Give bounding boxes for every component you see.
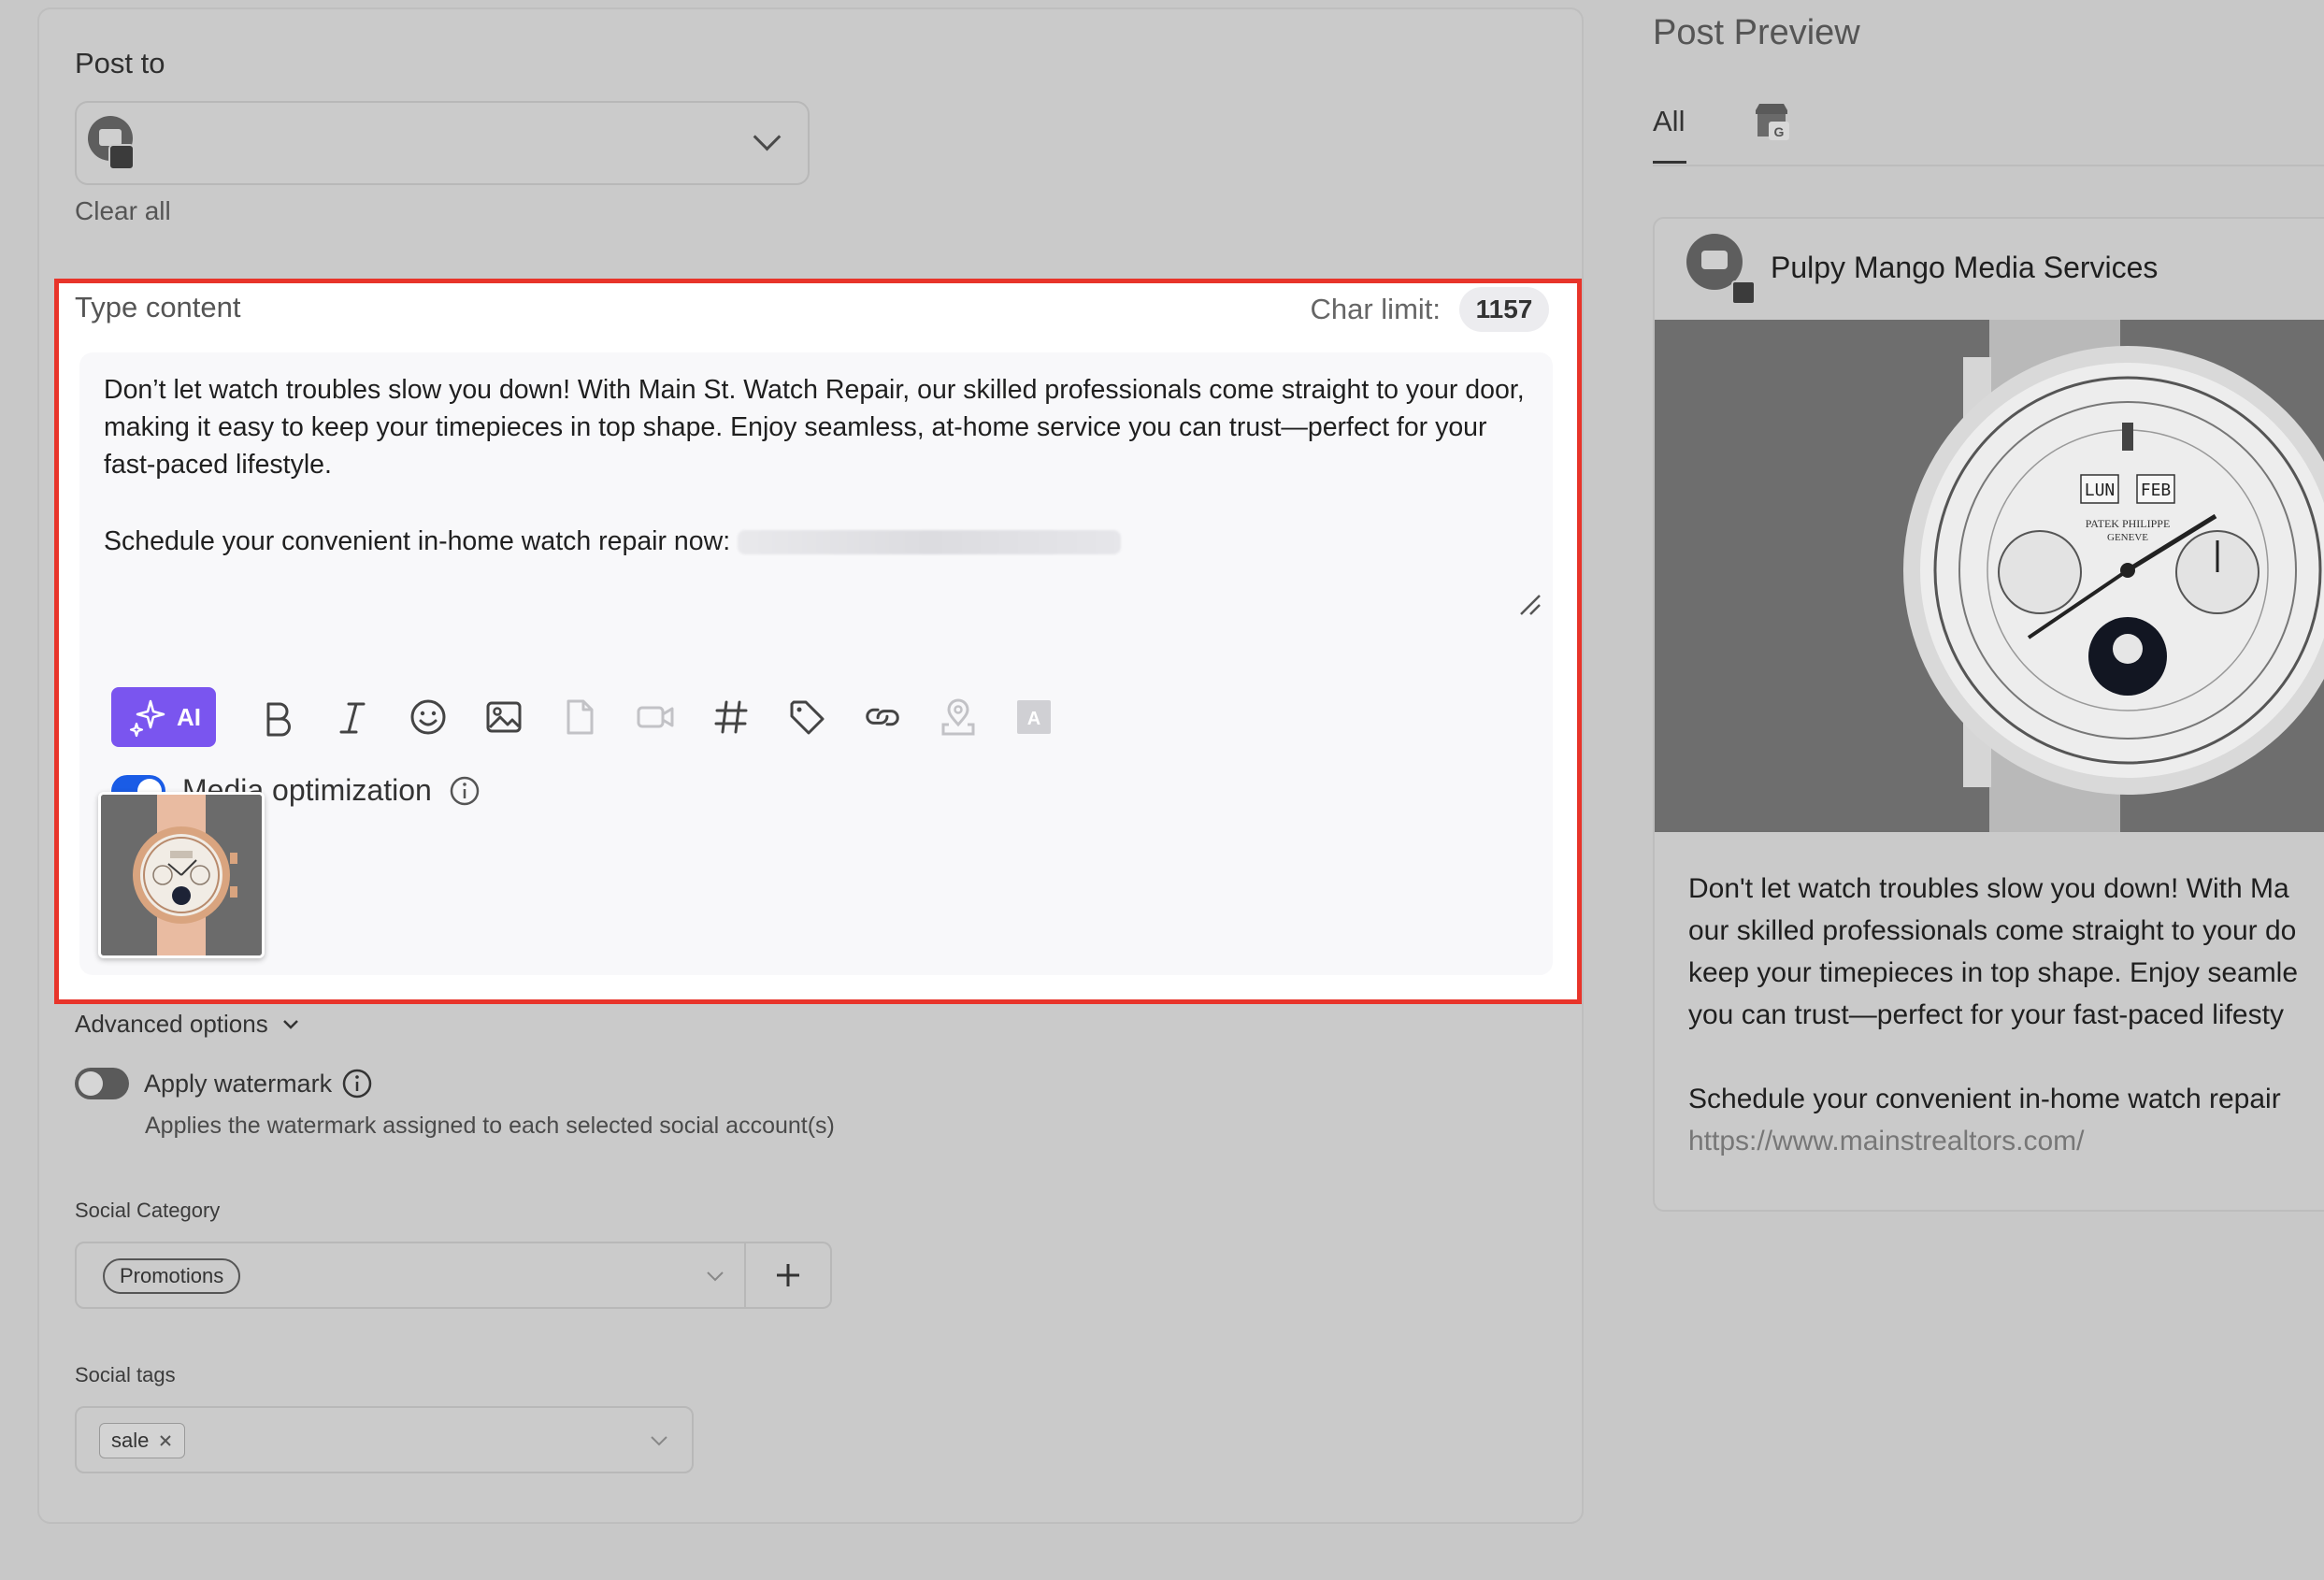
info-icon[interactable] — [449, 775, 481, 807]
link-icon[interactable] — [859, 694, 906, 740]
svg-text:LUN: LUN — [2085, 481, 2116, 500]
chevron-down-icon[interactable] — [753, 122, 782, 151]
content-cta: Schedule your convenient in-home watch r… — [104, 523, 1525, 560]
watch-preview-image: LUN FEB PATEK PHILIPPE GENEVE — [1655, 320, 2324, 832]
tag-icon[interactable] — [783, 694, 830, 740]
hashtag-icon[interactable] — [708, 694, 754, 740]
social-tags-label: Social tags — [75, 1363, 176, 1386]
chevron-down-icon — [707, 1271, 724, 1282]
google-business-badge-icon — [1731, 280, 1756, 305]
google-business-badge-icon — [108, 144, 135, 170]
preview-card: Pulpy Mango Media Services LUN FEB PATEK… — [1653, 217, 2324, 1212]
sparkle-icon — [129, 699, 165, 738]
preview-text-line: you can trust—perfect for your fast-pace… — [1688, 999, 2284, 1030]
resize-handle-icon[interactable] — [1517, 592, 1542, 616]
social-category-label: Social Category — [75, 1199, 221, 1222]
char-limit-label: Char limit: — [1310, 293, 1441, 325]
preview-text-line: Don't let watch troubles slow you down! … — [1688, 873, 2289, 904]
location-icon[interactable] — [935, 694, 982, 740]
preview-text-line: keep your timepieces in top shape. Enjoy… — [1688, 957, 2299, 988]
content-paragraph: Don’t let watch troubles slow you down! … — [104, 375, 1525, 480]
blurred-link — [738, 530, 1122, 555]
post-preview-title: Post Preview — [1653, 13, 1860, 52]
social-category-select[interactable]: Promotions — [75, 1242, 746, 1309]
apply-watermark-toggle[interactable] — [75, 1068, 129, 1099]
tab-all[interactable]: All — [1653, 105, 1685, 138]
tag-chip: sale — [99, 1423, 186, 1458]
svg-text:GENEVE: GENEVE — [2107, 532, 2148, 543]
image-icon[interactable] — [481, 694, 527, 740]
advanced-options-toggle[interactable]: Advanced options — [75, 1010, 300, 1039]
document-icon[interactable] — [556, 694, 603, 740]
tab-all-underline — [1653, 161, 1686, 164]
svg-text:FEB: FEB — [2141, 481, 2172, 500]
chevron-down-icon — [282, 1019, 298, 1029]
emoji-icon[interactable] — [405, 694, 452, 740]
plus-icon — [777, 1264, 799, 1286]
tabs-divider — [1653, 165, 2324, 166]
svg-text:G: G — [1774, 124, 1785, 139]
apply-watermark-label: Apply watermark — [144, 1069, 333, 1098]
close-icon[interactable] — [158, 1433, 173, 1448]
preview-link[interactable]: https://www.mainstrealtors.com/ — [1688, 1120, 2324, 1162]
watch-thumbnail-image — [101, 795, 262, 955]
preview-cta-line: Schedule your convenient in-home watch r… — [1688, 1084, 2281, 1114]
tab-google-business-icon[interactable]: G — [1750, 101, 1793, 144]
ai-button-label: AI — [177, 702, 201, 731]
preview-image: LUN FEB PATEK PHILIPPE GENEVE — [1655, 320, 2324, 832]
char-limit-badge: 1157 — [1459, 287, 1549, 332]
add-category-button[interactable] — [746, 1242, 832, 1309]
chevron-down-icon — [651, 1436, 667, 1446]
post-to-label: Post to — [75, 47, 165, 79]
watermark-description: Applies the watermark assigned to each s… — [145, 1113, 835, 1139]
post-to-select[interactable] — [75, 101, 810, 185]
svg-text:A: A — [1027, 709, 1040, 729]
content-editor-highlight: Type content Char limit: 1157 Don’t let … — [54, 279, 1582, 1004]
social-tags-select[interactable]: sale — [75, 1406, 694, 1473]
ai-button[interactable]: AI — [111, 687, 216, 747]
info-icon[interactable] — [341, 1068, 373, 1099]
text-style-icon[interactable]: A — [1011, 694, 1057, 740]
advanced-options-label: Advanced options — [75, 1010, 268, 1038]
content-editor[interactable]: Don’t let watch troubles slow you down! … — [79, 352, 1553, 975]
content-textarea[interactable]: Don’t let watch troubles slow you down! … — [104, 371, 1525, 560]
preview-account-name: Pulpy Mango Media Services — [1771, 251, 2159, 284]
category-chip: Promotions — [103, 1258, 241, 1294]
tag-chip-label: sale — [111, 1429, 150, 1452]
italic-icon[interactable] — [329, 694, 376, 740]
clear-all-link[interactable]: Clear all — [75, 196, 171, 226]
video-icon[interactable] — [632, 694, 679, 740]
editor-toolbar: AI A — [111, 687, 1057, 747]
preview-text: Don't let watch troubles slow you down! … — [1688, 868, 2324, 1162]
media-thumbnail[interactable] — [98, 792, 265, 958]
type-content-label: Type content — [75, 291, 241, 323]
bold-icon[interactable] — [253, 694, 300, 740]
apply-watermark-row: Apply watermark — [75, 1068, 373, 1099]
preview-text-line: our skilled professionals come straight … — [1688, 915, 2297, 946]
svg-text:PATEK PHILIPPE: PATEK PHILIPPE — [2086, 517, 2171, 530]
